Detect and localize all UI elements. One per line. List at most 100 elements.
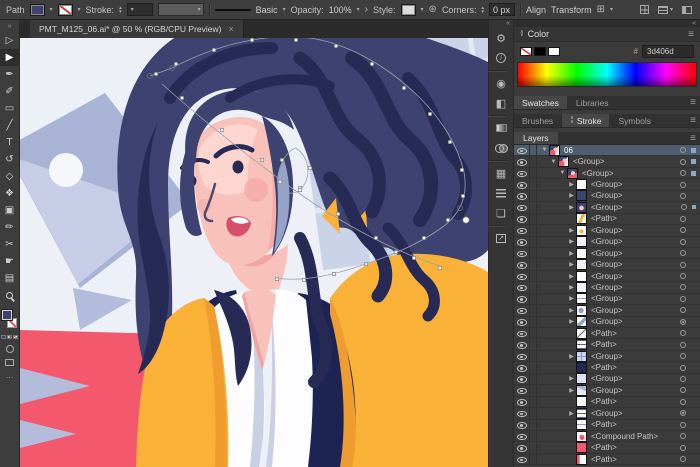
tab-layers[interactable]: Layers	[514, 132, 558, 144]
target-circle-icon[interactable]	[680, 422, 686, 428]
document-tab[interactable]: PMT_M125_06.ai* @ 50 % (RGB/CPU Preview)…	[30, 20, 244, 38]
visibility-eye-icon[interactable]	[517, 421, 526, 429]
artboard-tool-icon[interactable]: ▣	[0, 202, 20, 219]
tab-brushes[interactable]: Brushes	[514, 114, 561, 127]
layer-thumbnail[interactable]	[576, 396, 587, 407]
anchor-point[interactable]	[302, 278, 305, 281]
layer-thumbnail[interactable]	[576, 271, 587, 282]
paintbrush-tool-icon[interactable]: ✐	[0, 83, 20, 100]
lock-cell[interactable]	[530, 214, 537, 224]
layer-label[interactable]: <Group>	[582, 169, 680, 178]
lock-cell[interactable]	[530, 454, 537, 464]
layer-thumbnail[interactable]	[576, 248, 587, 259]
shape-builder-tool-icon[interactable]: ❖	[0, 185, 20, 202]
lock-cell[interactable]	[530, 168, 537, 178]
scissors-tool-icon[interactable]: ✂	[0, 236, 20, 253]
recolor-artwork-icon[interactable]: ⊛	[429, 4, 437, 15]
opacity-value[interactable]: 100%	[329, 5, 352, 15]
visibility-eye-icon[interactable]	[517, 146, 526, 154]
expand-chevron-icon[interactable]: ▶	[567, 204, 576, 211]
layer-row[interactable]: ▶<Group>	[514, 271, 700, 282]
color-panel-header[interactable]: ∧∨ Color ≡	[514, 27, 700, 42]
eraser-tool-icon[interactable]: ◇	[0, 168, 20, 185]
line-segment-tool-icon[interactable]: ╱	[0, 117, 20, 134]
layer-label[interactable]: <Group>	[591, 249, 680, 258]
layer-thumbnail[interactable]	[576, 431, 587, 442]
visibility-eye-icon[interactable]	[517, 375, 526, 383]
rectangle-tool-icon[interactable]: ▭	[0, 100, 20, 117]
layer-thumbnail[interactable]	[576, 351, 587, 362]
layer-thumbnail[interactable]	[576, 179, 587, 190]
target-circle-icon[interactable]	[680, 182, 686, 188]
lock-cell[interactable]	[530, 225, 537, 235]
gradient-chip[interactable]	[7, 335, 12, 339]
layer-label[interactable]: <Group>	[591, 283, 680, 292]
anchor-point[interactable]	[180, 96, 183, 99]
target-circle-icon[interactable]	[680, 456, 686, 462]
visibility-eye-icon[interactable]	[517, 352, 526, 360]
target-circle-icon[interactable]	[680, 399, 686, 405]
fill-proxy-swatch[interactable]	[2, 310, 12, 320]
align-panel-icon[interactable]	[488, 183, 514, 203]
target-circle-icon[interactable]	[680, 330, 686, 336]
anchor-point[interactable]	[374, 236, 377, 239]
anchor-point[interactable]	[154, 72, 157, 75]
color-panel-menu-icon[interactable]: ≡	[688, 29, 694, 40]
visibility-eye-icon[interactable]	[517, 249, 526, 257]
dock-collapse-icon[interactable]: «	[489, 20, 513, 28]
target-circle-icon[interactable]	[680, 365, 686, 371]
artboards-icon[interactable]: ❏	[488, 203, 514, 223]
layer-row[interactable]: <Path>	[514, 362, 700, 373]
layer-label[interactable]: <Path>	[591, 340, 680, 349]
layer-label[interactable]: <Group>	[591, 374, 680, 383]
layer-thumbnail[interactable]	[576, 339, 587, 350]
target-circle-icon[interactable]	[680, 147, 686, 153]
anchor-point[interactable]	[336, 212, 339, 215]
layer-row[interactable]: ▶<Group>	[514, 305, 700, 316]
layer-row[interactable]: ▶ <Group>	[514, 259, 700, 270]
stroke-weight-stepper[interactable]: ▴▾	[119, 6, 122, 14]
expand-chevron-icon[interactable]: ▶	[567, 261, 576, 268]
layer-row[interactable]: <Path>	[514, 328, 700, 339]
toolbar-expand-icon[interactable]: »	[8, 23, 12, 30]
stroke-panel-menu-icon[interactable]: ≡	[690, 115, 696, 126]
corners-field[interactable]: 0 px	[489, 3, 515, 16]
pen-tool-icon[interactable]: ✒	[0, 66, 20, 83]
overflow-chevron-icon[interactable]: ›	[365, 4, 368, 15]
layer-row[interactable]: ▼<Group>	[514, 156, 700, 167]
lock-cell[interactable]	[530, 431, 537, 441]
expand-chevron-icon[interactable]: ▶	[567, 250, 576, 257]
target-circle-icon[interactable]	[680, 227, 686, 233]
anchor-point[interactable]	[280, 158, 283, 161]
width-profile-dropdown[interactable]: ▾	[158, 3, 204, 16]
layer-thumbnail[interactable]	[576, 305, 587, 316]
layer-label[interactable]: <Path>	[591, 329, 680, 338]
brush-definition-dropdown[interactable]: Basic	[256, 5, 278, 15]
target-circle-icon[interactable]	[681, 204, 687, 210]
workspace-switcher-icon[interactable]	[640, 5, 649, 14]
lock-cell[interactable]	[530, 442, 537, 452]
layer-thumbnail[interactable]	[576, 236, 587, 247]
target-circle-icon[interactable]	[680, 262, 686, 268]
selection-indicator[interactable]	[691, 148, 696, 153]
lock-cell[interactable]	[530, 305, 537, 315]
layer-thumbnail[interactable]	[567, 168, 578, 179]
black-swatch[interactable]	[534, 47, 546, 56]
layer-thumbnail[interactable]	[558, 156, 569, 167]
target-circle-icon[interactable]	[680, 342, 686, 348]
layer-thumbnail[interactable]	[576, 328, 587, 339]
color-chip[interactable]	[1, 335, 6, 339]
target-circle-icon[interactable]	[680, 296, 686, 302]
none-chip[interactable]	[13, 335, 18, 339]
layer-thumbnail[interactable]	[576, 190, 587, 201]
brush-dropdown-chevron-icon[interactable]: ▾	[283, 6, 286, 13]
target-circle-icon[interactable]	[680, 410, 686, 416]
layers-panel-menu-icon[interactable]: ≡	[690, 133, 696, 144]
layer-label[interactable]: <Group>	[591, 191, 680, 200]
visibility-eye-icon[interactable]	[517, 318, 526, 326]
visibility-eye-icon[interactable]	[517, 432, 526, 440]
layer-label[interactable]: <Group>	[591, 260, 680, 269]
visibility-eye-icon[interactable]	[517, 226, 526, 234]
layer-thumbnail[interactable]	[576, 385, 587, 396]
fill-color-swatch[interactable]	[30, 4, 45, 16]
